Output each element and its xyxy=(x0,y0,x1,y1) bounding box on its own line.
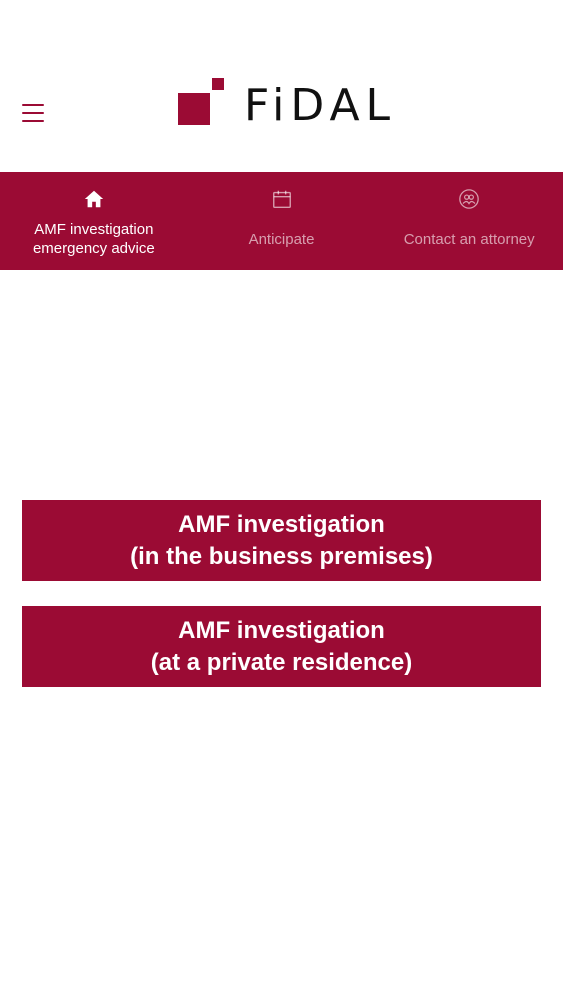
amf-business-premises-button[interactable]: AMF investigation (in the business premi… xyxy=(22,500,541,581)
menu-line xyxy=(22,104,44,106)
top-nav-bar: AMF investigation emergency advice Antic… xyxy=(0,172,563,270)
logo-square-large xyxy=(178,93,210,125)
header: FiDAL xyxy=(0,0,563,172)
tab-contact-attorney[interactable]: Contact an attorney xyxy=(375,172,563,270)
logo-text: FiDAL xyxy=(244,80,397,131)
tab-label: Contact an attorney xyxy=(403,231,535,248)
logo-square-small xyxy=(212,78,224,90)
attorney-contact-icon xyxy=(459,189,479,209)
tab-label: AMF investigation emergency advice xyxy=(32,221,155,257)
calendar-icon xyxy=(272,190,291,208)
app-screen: FiDAL AMF investigation emergency advice… xyxy=(0,0,563,1000)
amf-private-residence-button[interactable]: AMF investigation (at a private residenc… xyxy=(22,606,541,687)
hamburger-menu-icon[interactable] xyxy=(22,104,44,122)
tab-label: Anticipate xyxy=(248,231,315,248)
button-label: AMF investigation (at a private residenc… xyxy=(150,616,413,676)
menu-line xyxy=(22,120,44,122)
menu-line xyxy=(22,112,44,114)
fidal-logo: FiDAL xyxy=(178,78,418,131)
tab-amf-emergency-advice[interactable]: AMF investigation emergency advice xyxy=(0,172,188,270)
tab-anticipate[interactable]: Anticipate xyxy=(188,172,376,270)
home-icon xyxy=(84,190,103,208)
button-label: AMF investigation (in the business premi… xyxy=(130,510,433,570)
